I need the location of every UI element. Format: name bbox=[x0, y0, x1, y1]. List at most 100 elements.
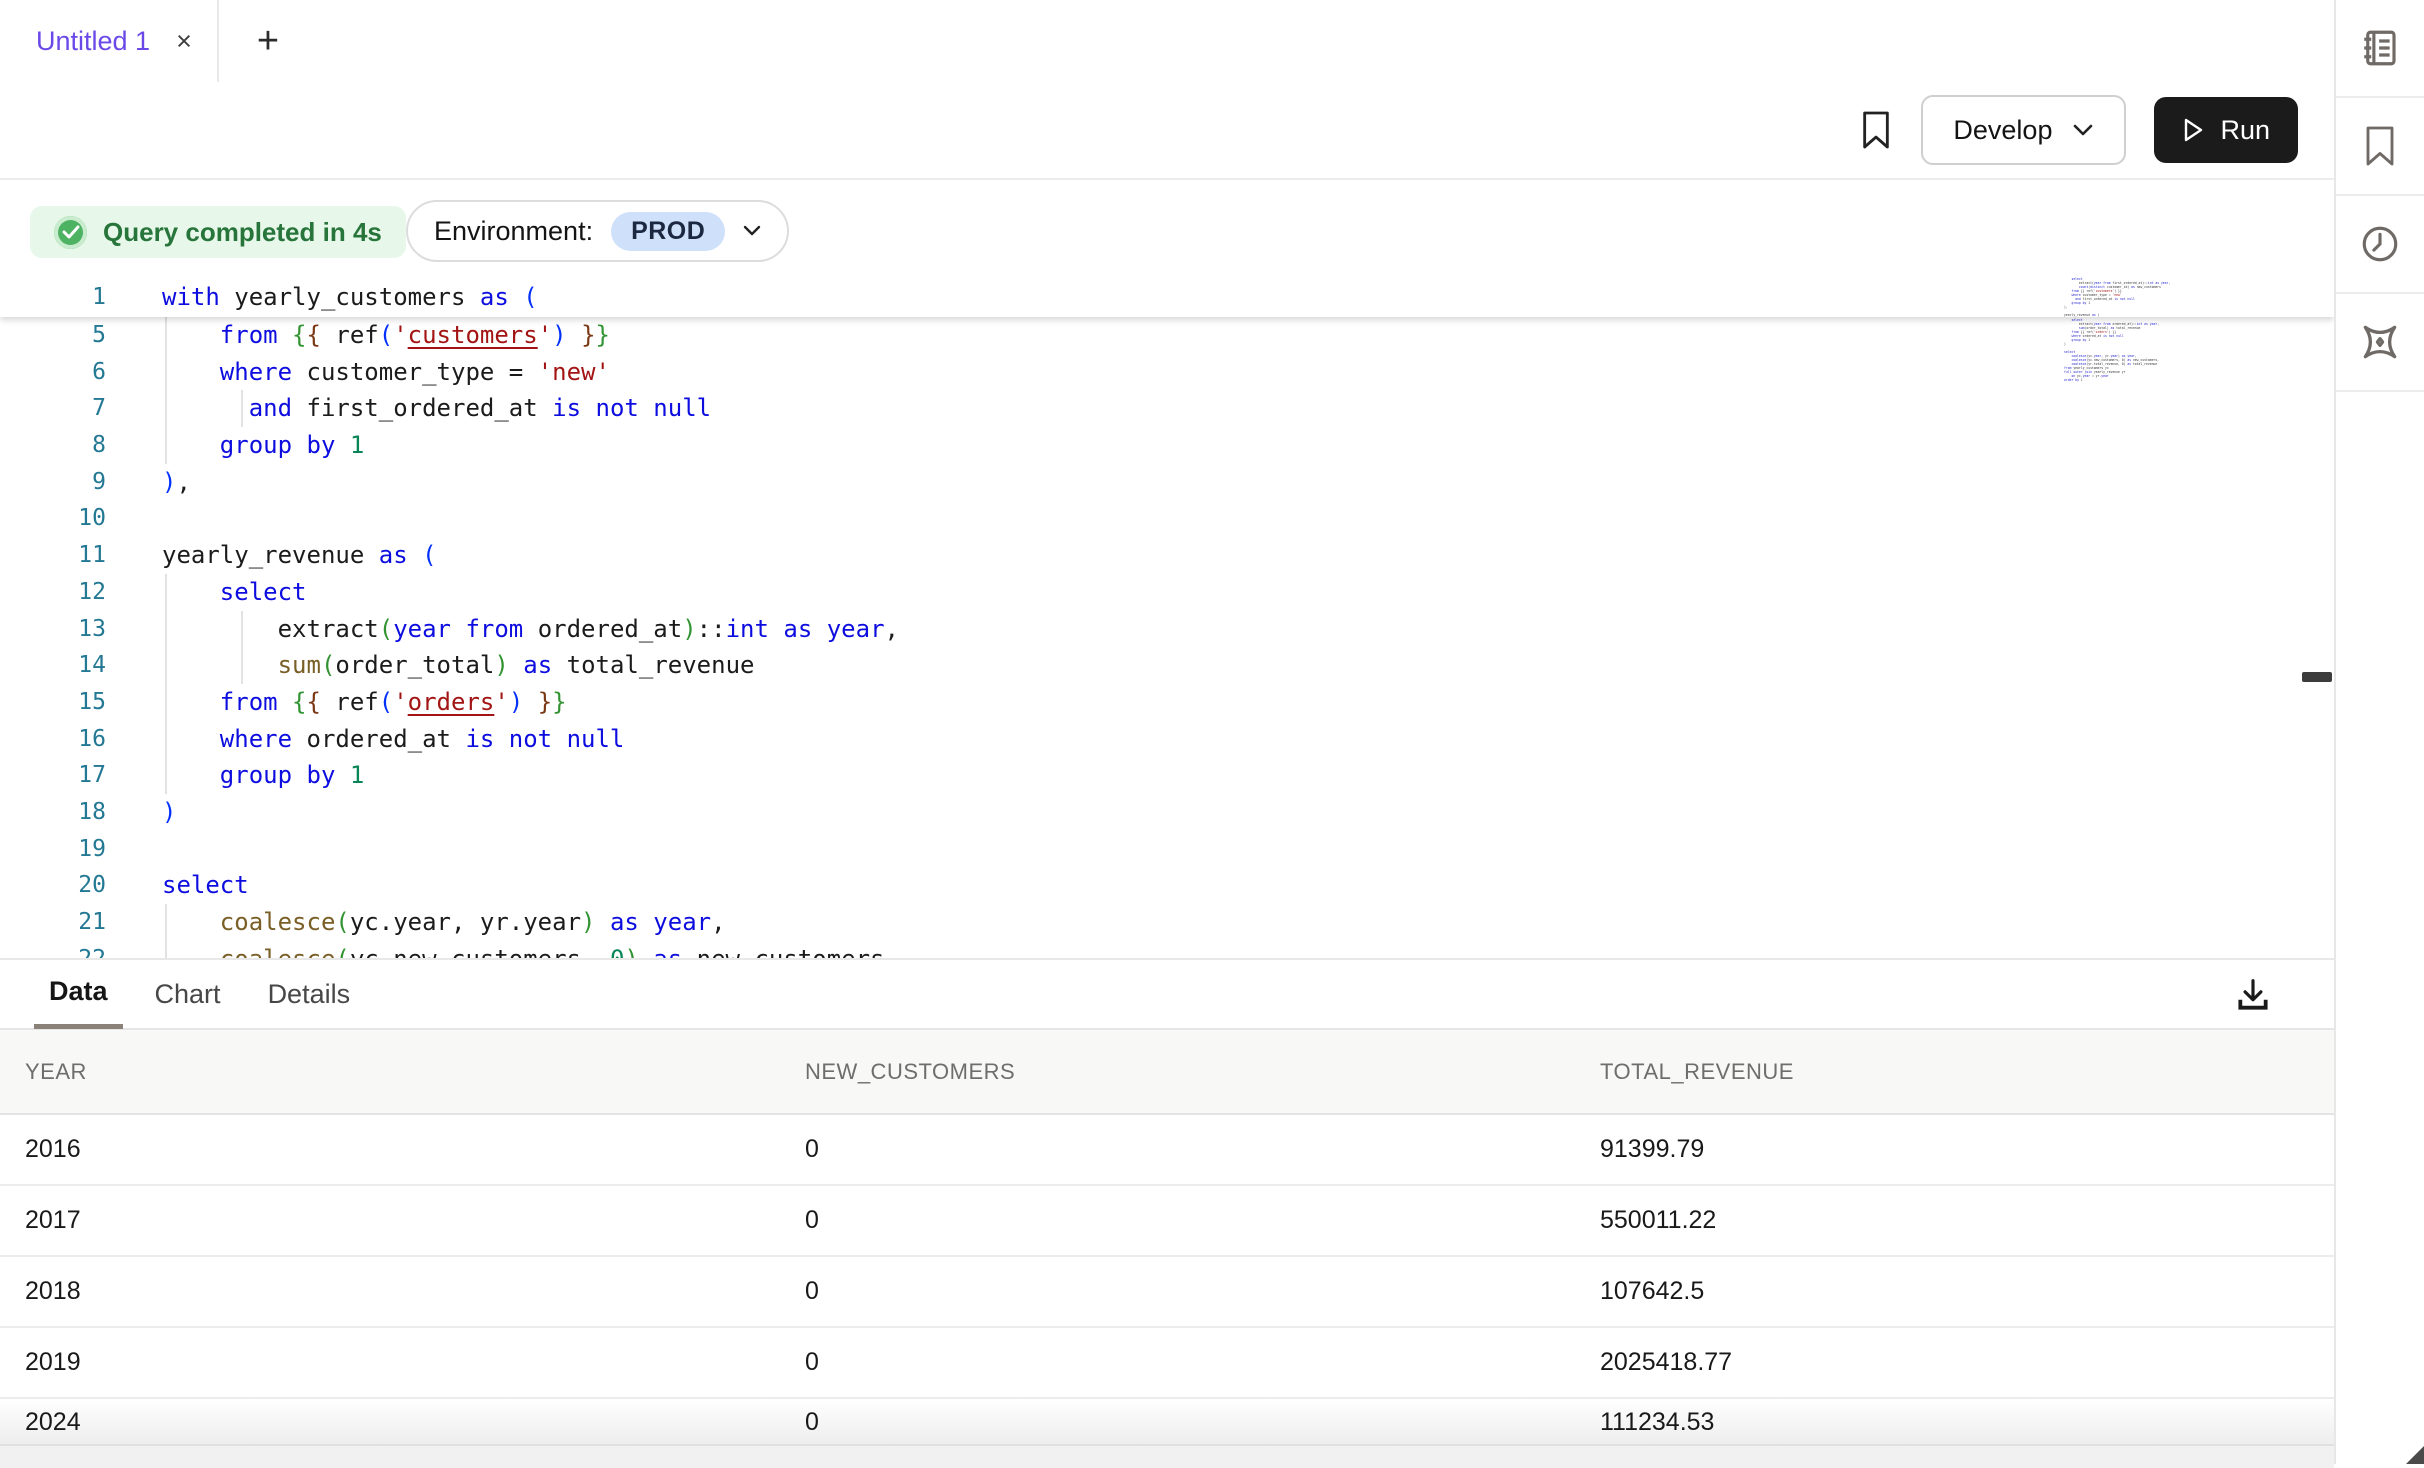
line-number: 1 bbox=[0, 277, 106, 317]
table-cell: 2024 bbox=[25, 1408, 805, 1437]
sidebar-item-history[interactable] bbox=[2336, 196, 2424, 294]
column-header[interactable]: TOTAL_REVENUE bbox=[1600, 1059, 2334, 1085]
code-line[interactable]: 8 group by 1 bbox=[0, 427, 2100, 464]
indent-guide bbox=[165, 354, 167, 391]
table-row[interactable]: 20170550011.22 bbox=[0, 1186, 2334, 1257]
run-button[interactable]: Run bbox=[2154, 97, 2298, 163]
tab-untitled-1[interactable]: Untitled 1 × bbox=[0, 0, 219, 82]
table-row[interactable]: 20240111234.53 bbox=[0, 1399, 2334, 1444]
line-number: 15 bbox=[0, 684, 106, 721]
code-line[interactable]: 5 from {{ ref('customers') }} bbox=[0, 317, 2100, 354]
code-line[interactable]: 6 where customer_type = 'new' bbox=[0, 354, 2100, 391]
table-cell: 107642.5 bbox=[1600, 1277, 2334, 1306]
table-header-row: YEARNEW_CUSTOMERSTOTAL_REVENUE bbox=[0, 1030, 2334, 1115]
indent-guide bbox=[241, 390, 243, 427]
code-line[interactable]: 13 extract(year from ordered_at)::int as… bbox=[0, 611, 2100, 648]
line-number: 10 bbox=[0, 500, 106, 537]
line-content: select bbox=[162, 574, 2100, 611]
line-content: where customer_type = 'new' bbox=[162, 354, 2100, 391]
minimap[interactable]: with yearly_customers as ( select extrac… bbox=[2064, 277, 2214, 389]
code-line[interactable]: 15 from {{ ref('orders') }} bbox=[0, 684, 2100, 721]
code-editor[interactable]: 1 with yearly_customers as ( 5 from {{ re… bbox=[0, 277, 2334, 958]
results-tab-chart[interactable]: Chart bbox=[140, 959, 236, 1029]
line-number: 21 bbox=[0, 904, 106, 941]
code-line[interactable]: 14 sum(order_total) as total_revenue bbox=[0, 647, 2100, 684]
sidebar-item-notebook[interactable] bbox=[2336, 0, 2424, 98]
code-line[interactable]: 1 with yearly_customers as ( bbox=[0, 277, 2334, 317]
bookmark-icon[interactable] bbox=[1859, 110, 1893, 150]
indent-guide bbox=[165, 941, 167, 958]
results-tab-data[interactable]: Data bbox=[34, 959, 123, 1029]
line-number: 12 bbox=[0, 574, 106, 611]
line-number: 20 bbox=[0, 867, 106, 904]
tab-title: Untitled 1 bbox=[36, 26, 150, 57]
code-line[interactable]: 22 coalesce(yc.new_customers, 0) as new_… bbox=[0, 941, 2100, 958]
table-cell: 0 bbox=[805, 1277, 1600, 1306]
line-content: coalesce(yc.year, yr.year) as year, bbox=[162, 904, 2100, 941]
code-line[interactable]: 17 group by 1 bbox=[0, 757, 2100, 794]
table-cell: 2016 bbox=[25, 1135, 805, 1164]
download-icon[interactable] bbox=[2230, 972, 2276, 1018]
table-body: 2016091399.7920170550011.2220180107642.5… bbox=[0, 1115, 2334, 1444]
column-header[interactable]: YEAR bbox=[25, 1059, 805, 1085]
line-number: 5 bbox=[0, 317, 106, 354]
line-content: with yearly_customers as ( bbox=[162, 277, 2334, 317]
code-line[interactable]: 16 where ordered_at is not null bbox=[0, 721, 2100, 758]
table-cell: 0 bbox=[805, 1408, 1600, 1437]
code-line[interactable]: 18) bbox=[0, 794, 2100, 831]
table-cell: 550011.22 bbox=[1600, 1206, 2334, 1235]
line-number: 19 bbox=[0, 831, 106, 868]
environment-value-badge: PROD bbox=[611, 212, 725, 251]
indent-guide bbox=[165, 317, 167, 354]
code-line[interactable]: 7 and first_ordered_at is not null bbox=[0, 390, 2100, 427]
table-scrollbar-track[interactable] bbox=[0, 1444, 2334, 1468]
sidebar-item-bookmarks[interactable] bbox=[2336, 98, 2424, 196]
develop-button[interactable]: Develop bbox=[1921, 95, 2126, 165]
code-line[interactable]: 9), bbox=[0, 464, 2100, 501]
line-content: from {{ ref('orders') }} bbox=[162, 684, 2100, 721]
line-number: 22 bbox=[0, 941, 106, 958]
new-tab-button[interactable]: + bbox=[238, 0, 298, 82]
query-status-text: Query completed in 4s bbox=[103, 217, 382, 248]
code-line[interactable]: 19 bbox=[0, 831, 2100, 868]
sticky-code-line[interactable]: 1 with yearly_customers as ( bbox=[0, 277, 2334, 317]
close-icon[interactable]: × bbox=[176, 28, 192, 55]
code-line[interactable]: 21 coalesce(yc.year, yr.year) as year, bbox=[0, 904, 2100, 941]
line-content: select bbox=[162, 867, 2100, 904]
code-line[interactable]: 11yearly_revenue as ( bbox=[0, 537, 2100, 574]
table-cell: 2017 bbox=[25, 1206, 805, 1235]
indent-guide bbox=[165, 721, 167, 758]
resize-grip[interactable] bbox=[2406, 1446, 2424, 1464]
code-line[interactable]: 20 select bbox=[0, 867, 2100, 904]
line-number: 13 bbox=[0, 611, 106, 648]
code-line[interactable]: 10 bbox=[0, 500, 2100, 537]
sidebar-item-ai-assistant[interactable] bbox=[2336, 294, 2424, 392]
line-content bbox=[162, 831, 2100, 868]
run-button-label: Run bbox=[2220, 115, 2270, 146]
notebook-icon bbox=[2359, 27, 2401, 69]
code-line[interactable]: 12 select bbox=[0, 574, 2100, 611]
environment-label: Environment: bbox=[434, 216, 593, 247]
results-panel: DataChartDetails YEARNEW_CUSTOMERSTOTAL_… bbox=[0, 958, 2334, 1466]
results-tab-details[interactable]: Details bbox=[253, 959, 366, 1029]
indent-guide bbox=[165, 611, 167, 648]
table-row[interactable]: 201902025418.77 bbox=[0, 1328, 2334, 1399]
column-header[interactable]: NEW_CUSTOMERS bbox=[805, 1059, 1600, 1085]
line-content: coalesce(yc.new_customers, 0) as new_cus… bbox=[162, 941, 2100, 958]
indent-guide bbox=[165, 574, 167, 611]
history-clock-icon bbox=[2359, 223, 2401, 265]
table-cell: 0 bbox=[805, 1135, 1600, 1164]
chevron-down-icon bbox=[743, 225, 761, 237]
code-lines[interactable]: 5 from {{ ref('customers') }}6 where cus… bbox=[0, 317, 2100, 958]
environment-selector[interactable]: Environment: PROD bbox=[406, 200, 789, 262]
table-row[interactable]: 20180107642.5 bbox=[0, 1257, 2334, 1328]
develop-button-label: Develop bbox=[1953, 115, 2052, 146]
line-number: 9 bbox=[0, 464, 106, 501]
table-cell: 91399.79 bbox=[1600, 1135, 2334, 1164]
table-row[interactable]: 2016091399.79 bbox=[0, 1115, 2334, 1186]
indent-guide bbox=[165, 684, 167, 721]
check-circle-icon bbox=[54, 216, 87, 249]
scrollbar-marker[interactable] bbox=[2302, 672, 2332, 682]
line-number: 16 bbox=[0, 721, 106, 758]
line-number: 8 bbox=[0, 427, 106, 464]
